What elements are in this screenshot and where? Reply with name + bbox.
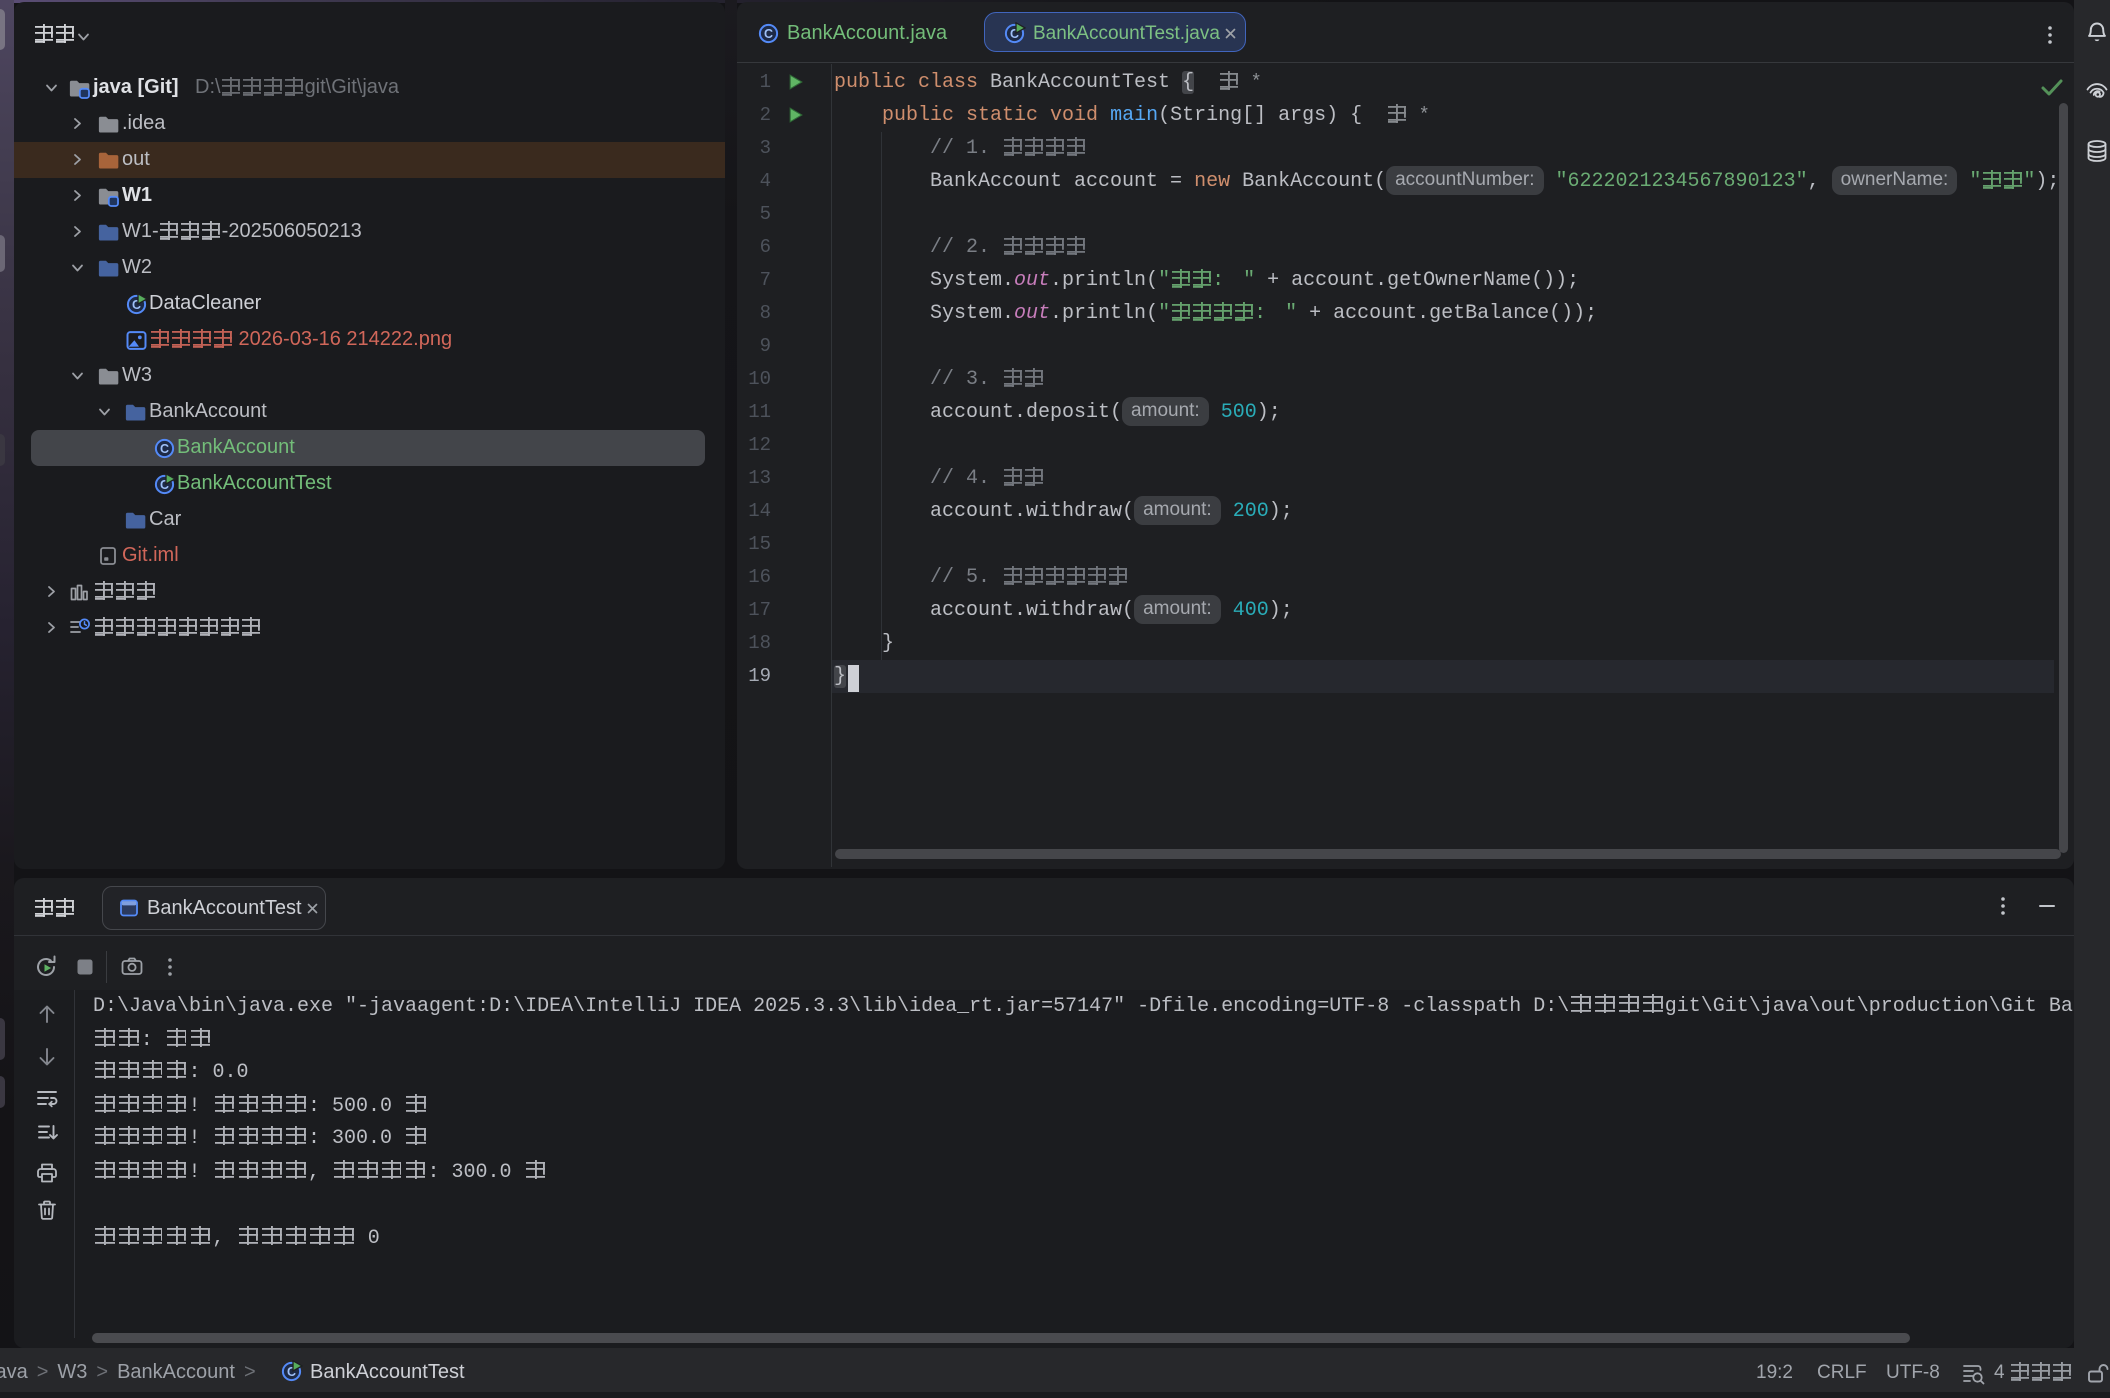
- svg-text:C: C: [160, 442, 169, 456]
- svg-text:C: C: [764, 27, 773, 41]
